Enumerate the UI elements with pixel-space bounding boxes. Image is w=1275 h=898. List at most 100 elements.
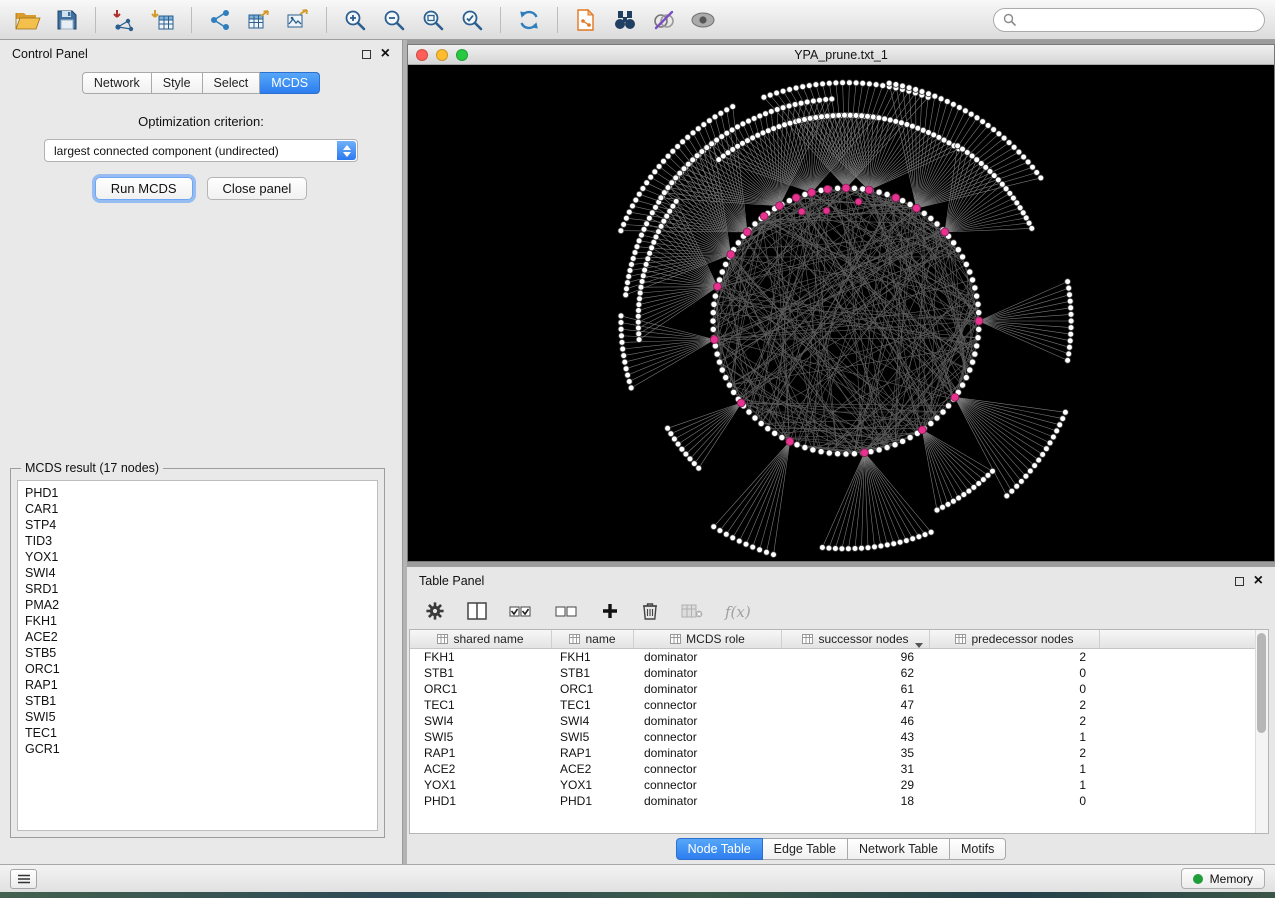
network-node[interactable] — [1040, 452, 1046, 458]
network-node[interactable] — [893, 82, 899, 88]
network-node[interactable] — [907, 201, 913, 207]
network-node[interactable] — [673, 199, 679, 205]
mcds-hub-node[interactable] — [792, 194, 800, 202]
network-node[interactable] — [719, 269, 725, 275]
first-neighbors-button[interactable] — [607, 4, 643, 36]
network-node[interactable] — [716, 359, 722, 365]
network-node[interactable] — [757, 113, 763, 119]
mcds-result-item[interactable]: ACE2 — [25, 629, 377, 645]
table-settings-button[interactable] — [425, 601, 445, 624]
network-node[interactable] — [649, 210, 655, 216]
network-node[interactable] — [668, 431, 674, 437]
network-node[interactable] — [967, 269, 973, 275]
mcds-result-item[interactable]: STB5 — [25, 645, 377, 661]
network-node[interactable] — [963, 261, 969, 267]
mcds-result-item[interactable]: RAP1 — [25, 677, 377, 693]
network-node[interactable] — [630, 203, 636, 209]
mcds-hub-node[interactable] — [737, 399, 745, 407]
network-node[interactable] — [851, 451, 857, 457]
network-node[interactable] — [716, 277, 722, 283]
network-node[interactable] — [972, 285, 978, 291]
network-node[interactable] — [934, 415, 940, 421]
network-node[interactable] — [847, 112, 853, 118]
network-node[interactable] — [1068, 325, 1074, 331]
network-node[interactable] — [969, 359, 975, 365]
network-node[interactable] — [701, 122, 707, 128]
network-node[interactable] — [818, 449, 824, 455]
network-node[interactable] — [915, 125, 921, 131]
network-node[interactable] — [847, 80, 853, 86]
network-node[interactable] — [768, 109, 774, 115]
network-node[interactable] — [1057, 422, 1063, 428]
network-node[interactable] — [853, 80, 859, 86]
network-node[interactable] — [624, 286, 630, 292]
network-node[interactable] — [683, 451, 689, 457]
mcds-hub-node[interactable] — [918, 426, 926, 434]
network-node[interactable] — [823, 97, 829, 103]
network-node[interactable] — [679, 446, 685, 452]
network-node[interactable] — [826, 450, 832, 456]
network-node[interactable] — [675, 441, 681, 447]
network-node[interactable] — [752, 415, 758, 421]
network-node[interactable] — [897, 539, 903, 545]
network-node[interactable] — [644, 180, 650, 186]
select-all-columns-button[interactable] — [509, 602, 533, 623]
network-node[interactable] — [833, 546, 839, 552]
network-node[interactable] — [851, 185, 857, 191]
network-node[interactable] — [731, 389, 737, 395]
network-node[interactable] — [687, 456, 693, 462]
export-table-button[interactable] — [241, 4, 277, 36]
network-node[interactable] — [956, 495, 962, 501]
network-node[interactable] — [786, 198, 792, 204]
network-node[interactable] — [639, 279, 645, 285]
network-node[interactable] — [860, 80, 866, 86]
window-minimize-icon[interactable] — [436, 49, 448, 61]
network-node[interactable] — [699, 149, 705, 155]
import-table-button[interactable] — [145, 4, 181, 36]
network-node[interactable] — [835, 185, 841, 191]
memory-button[interactable]: Memory — [1181, 868, 1265, 889]
tab-motifs[interactable]: Motifs — [950, 838, 1006, 860]
network-node[interactable] — [853, 113, 859, 119]
network-node[interactable] — [1021, 154, 1027, 160]
network-node[interactable] — [624, 215, 630, 221]
network-node[interactable] — [635, 319, 641, 325]
network-node[interactable] — [718, 110, 724, 116]
network-node[interactable] — [1066, 351, 1072, 357]
scrollbar-thumb[interactable] — [1257, 633, 1266, 733]
tab-select[interactable]: Select — [203, 72, 261, 94]
mcds-hub-node[interactable] — [776, 202, 784, 210]
network-node[interactable] — [817, 97, 823, 103]
network-node[interactable] — [709, 141, 715, 147]
network-node[interactable] — [645, 256, 651, 262]
network-node[interactable] — [859, 113, 865, 119]
close-panel-icon[interactable]: × — [381, 49, 390, 59]
network-node[interactable] — [690, 130, 696, 136]
apply-layout-button[interactable] — [511, 4, 547, 36]
network-node[interactable] — [786, 103, 792, 109]
network-node[interactable] — [928, 215, 934, 221]
network-node[interactable] — [665, 153, 671, 159]
network-node[interactable] — [653, 205, 659, 211]
network-node[interactable] — [829, 96, 835, 102]
mcds-hub-node[interactable] — [808, 189, 816, 197]
network-node[interactable] — [1051, 434, 1057, 440]
network-node[interactable] — [959, 382, 965, 388]
network-node[interactable] — [804, 99, 810, 105]
network-node[interactable] — [620, 346, 626, 352]
network-node[interactable] — [887, 117, 893, 123]
network-node[interactable] — [1068, 318, 1074, 324]
network-node[interactable] — [714, 351, 720, 357]
network-node[interactable] — [1067, 298, 1073, 304]
mcds-result-item[interactable]: CAR1 — [25, 501, 377, 517]
network-node[interactable] — [820, 81, 826, 87]
network-node[interactable] — [876, 447, 882, 453]
mcds-hub-node[interactable] — [823, 207, 830, 214]
network-node[interactable] — [813, 115, 819, 121]
network-node[interactable] — [653, 234, 659, 240]
network-node[interactable] — [717, 528, 723, 534]
network-node[interactable] — [618, 320, 624, 326]
network-node[interactable] — [800, 84, 806, 90]
network-node[interactable] — [763, 111, 769, 117]
table-row[interactable]: YOX1YOX1connector291 — [410, 777, 1268, 793]
